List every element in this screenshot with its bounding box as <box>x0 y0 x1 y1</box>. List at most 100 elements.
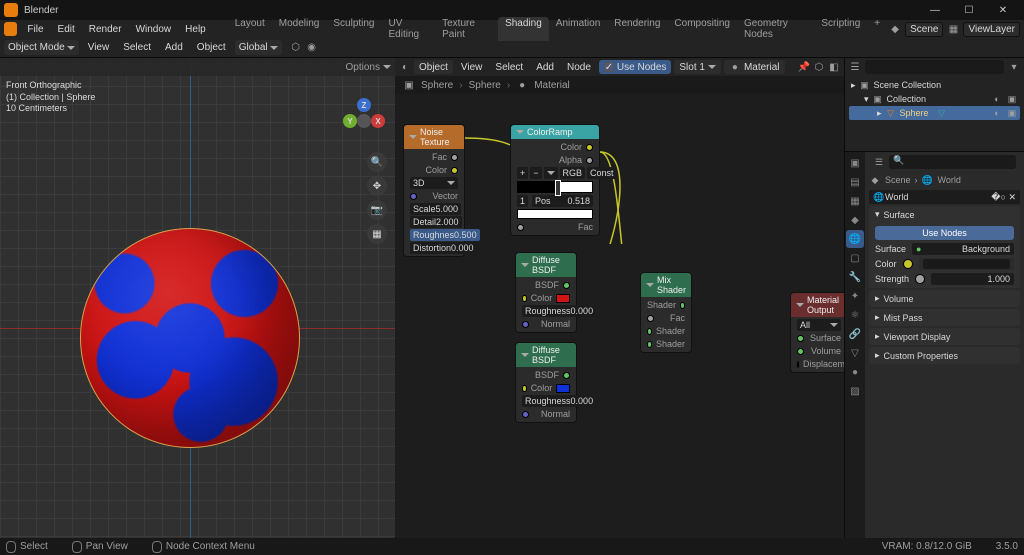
tab-viewlayer[interactable]: ▦ <box>846 192 864 210</box>
tab-output[interactable]: ▤ <box>846 173 864 191</box>
roughness-field[interactable]: Roughness0.000 <box>522 395 596 407</box>
tab-constraints[interactable]: 🔗 <box>846 325 864 343</box>
maximize-button[interactable]: ☐ <box>952 0 986 20</box>
tree-collection[interactable]: ▾▣Collection◐▣ <box>849 92 1020 106</box>
tab-material[interactable]: ● <box>846 363 864 381</box>
tab-scripting[interactable]: Scripting <box>814 17 867 41</box>
eye-icon[interactable]: ◐ <box>991 93 1003 105</box>
mode-selector[interactable]: Object Mode <box>4 40 79 55</box>
ramp-tools[interactable] <box>544 167 558 179</box>
color-field[interactable] <box>556 384 570 393</box>
camera-view-icon[interactable]: 📷 <box>367 200 387 220</box>
panel-title[interactable]: Surface <box>884 210 915 220</box>
panel-custom-props[interactable]: ▸Custom Properties <box>869 347 1020 364</box>
panel-volume[interactable]: ▸Volume <box>869 290 1020 307</box>
overlay-icon[interactable]: ◧ <box>828 61 840 73</box>
roughness-field[interactable]: Roughnes0.500 <box>410 229 480 241</box>
snap-node-icon[interactable]: ⬡ <box>813 61 825 73</box>
editor-type-icon[interactable]: ◐ <box>399 61 411 73</box>
ramp-mode[interactable]: RGB <box>560 167 586 179</box>
panel-viewport-display[interactable]: ▸Viewport Display <box>869 328 1020 345</box>
material-selector[interactable]: ●Material <box>724 60 785 74</box>
ramp-color[interactable] <box>517 209 593 219</box>
ramp-interp[interactable]: Const <box>587 167 617 179</box>
scene-selector[interactable]: Scene <box>905 22 943 37</box>
strength-field[interactable]: 1.000 <box>931 273 1014 285</box>
scale-field[interactable]: Scale5.000 <box>410 203 461 215</box>
pin-icon[interactable]: 📌 <box>798 61 810 73</box>
proportional-icon[interactable]: ◉ <box>306 42 318 54</box>
use-nodes-button[interactable]: Use Nodes <box>875 226 1014 240</box>
outliner[interactable]: ☰ ▾ ▸▣Scene Collection ▾▣Collection◐▣ ▸▽… <box>845 58 1024 152</box>
use-nodes-toggle[interactable]: ✓Use Nodes <box>599 60 671 74</box>
restrict-icon[interactable]: ▣ <box>1006 93 1018 105</box>
ramp-add[interactable]: + <box>517 167 528 179</box>
outliner-search[interactable] <box>865 60 1004 74</box>
detail-field[interactable]: Detail2.000 <box>410 216 462 228</box>
node-colorramp[interactable]: ColorRamp Color Alpha + − RGB Const 1Pos… <box>510 124 600 236</box>
menu-add[interactable]: Add <box>160 41 188 54</box>
menu-render[interactable]: Render <box>83 23 128 36</box>
ne-select[interactable]: Select <box>490 62 528 73</box>
restrict-icon[interactable]: ▣ <box>1006 107 1018 119</box>
outliner-type-icon[interactable]: ☰ <box>849 61 861 73</box>
collapse-icon[interactable] <box>521 263 529 267</box>
ramp-index[interactable]: 1 <box>517 195 528 207</box>
tab-world[interactable]: 🌐 <box>846 230 864 248</box>
ne-view[interactable]: View <box>456 62 488 73</box>
menu-object[interactable]: Object <box>192 41 231 54</box>
panel-mist[interactable]: ▸Mist Pass <box>869 309 1020 326</box>
tab-sculpting[interactable]: Sculpting <box>326 17 381 41</box>
shader-type[interactable]: Object <box>414 60 453 74</box>
dimensions-field[interactable]: 3D <box>410 177 458 189</box>
options-dropdown[interactable]: Options <box>346 62 380 73</box>
ramp-remove[interactable]: − <box>530 167 541 179</box>
node-mix-shader[interactable]: Mix Shader Shader Fac Shader Shader <box>640 272 692 353</box>
tab-data[interactable]: ▽ <box>846 344 864 362</box>
menu-window[interactable]: Window <box>130 23 178 36</box>
tab-modeling[interactable]: Modeling <box>272 17 327 41</box>
world-selector[interactable]: 🌐World�○ ✕ <box>869 190 1020 204</box>
collapse-icon[interactable] <box>516 130 524 134</box>
tab-render[interactable]: ▣ <box>846 154 864 172</box>
node-diffuse-1[interactable]: Diffuse BSDF BSDF Color Roughness0.000 N… <box>515 252 577 333</box>
collapse-icon[interactable] <box>796 303 804 307</box>
orientation-selector[interactable]: Global <box>235 40 282 55</box>
tab-texture[interactable]: ▨ <box>846 382 864 400</box>
slot-selector[interactable]: Slot 1 <box>674 60 721 74</box>
tab-shading[interactable]: Shading <box>498 17 549 41</box>
surface-field[interactable]: ● Background <box>912 243 1014 255</box>
tab-scene[interactable]: ◆ <box>846 211 864 229</box>
menu-file[interactable]: File <box>21 23 49 36</box>
menu-help[interactable]: Help <box>179 23 212 36</box>
props-search[interactable]: 🔍 <box>889 155 1016 169</box>
sphere-object[interactable] <box>80 228 300 448</box>
node-canvas[interactable]: Noise Texture Fac Color 3D Vector Scale5… <box>395 94 844 555</box>
color-field[interactable] <box>556 294 570 303</box>
3d-viewport[interactable]: Options Front Orthographic (1) Collectio… <box>0 58 395 555</box>
snap-icon[interactable]: ⬡ <box>290 42 302 54</box>
tab-rendering[interactable]: Rendering <box>607 17 667 41</box>
ramp-gradient[interactable] <box>517 181 593 193</box>
close-button[interactable]: ✕ <box>986 0 1020 20</box>
node-material-output[interactable]: Material Output All Surface Volume Displ… <box>790 292 844 373</box>
ne-add[interactable]: Add <box>531 62 559 73</box>
crumb-material[interactable]: Material <box>534 80 570 91</box>
tab-particles[interactable]: ✦ <box>846 287 864 305</box>
target-field[interactable]: All <box>797 319 841 331</box>
tab-uv[interactable]: UV Editing <box>382 17 436 41</box>
zoom-icon[interactable]: 🔍 <box>367 152 387 172</box>
ramp-position[interactable]: Pos0.518 <box>532 195 593 207</box>
props-type-icon[interactable]: ☰ <box>873 156 885 168</box>
roughness-field[interactable]: Roughness0.000 <box>522 305 596 317</box>
crumb-mesh[interactable]: Sphere <box>469 80 501 91</box>
node-diffuse-2[interactable]: Diffuse BSDF BSDF Color Roughness0.000 N… <box>515 342 577 423</box>
tab-object[interactable]: ▢ <box>846 249 864 267</box>
tab-modifiers[interactable]: 🔧 <box>846 268 864 286</box>
collapse-icon[interactable] <box>646 283 654 287</box>
blender-icon[interactable] <box>4 22 17 36</box>
tab-physics[interactable]: ⚛ <box>846 306 864 324</box>
tab-layout[interactable]: Layout <box>228 17 272 41</box>
menu-select[interactable]: Select <box>118 41 156 54</box>
perspective-icon[interactable]: ▦ <box>367 224 387 244</box>
